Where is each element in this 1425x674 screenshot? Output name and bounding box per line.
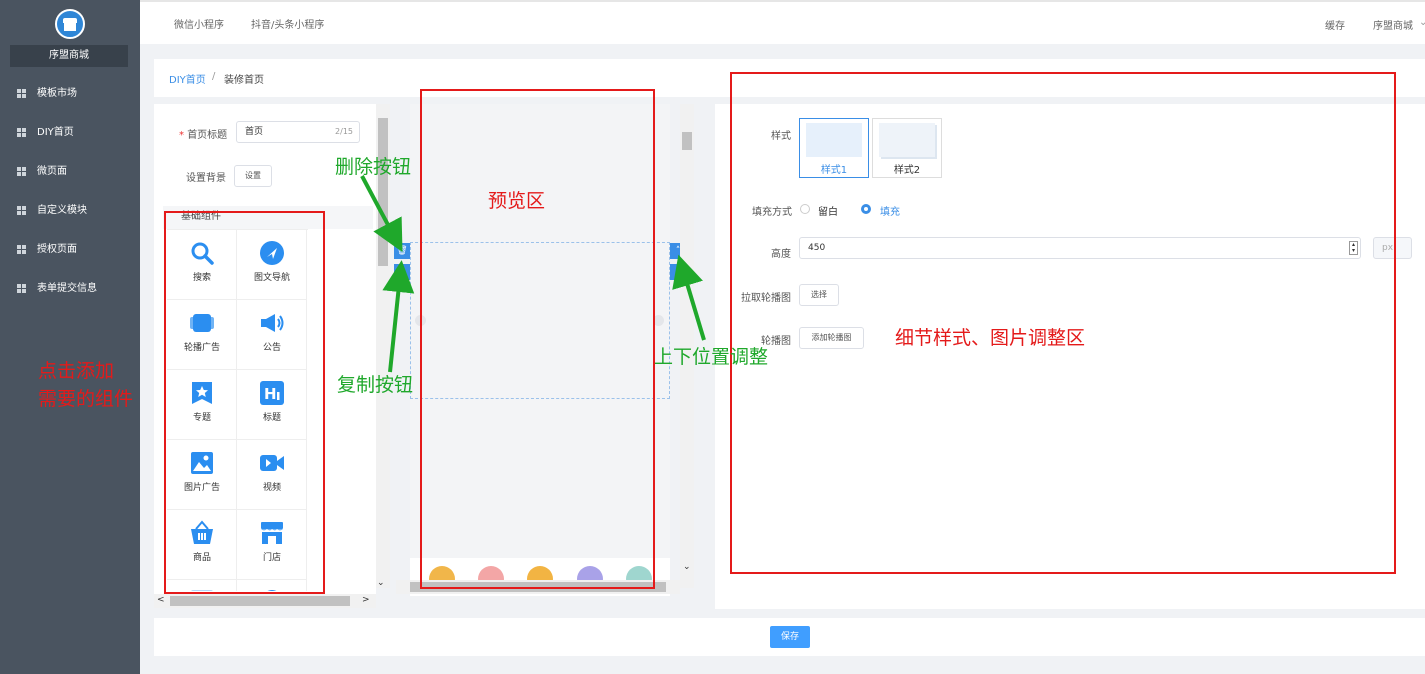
annotation-delete: 删除按钮 xyxy=(335,156,412,178)
annotation-preview: 预览区 xyxy=(488,190,546,212)
annotation-add-line1: 点击添加 xyxy=(38,360,115,382)
annotation-add-line2: 需要的组件 xyxy=(38,388,134,410)
move-arrow-icon xyxy=(672,254,706,341)
delete-arrow-icon xyxy=(360,175,403,253)
copy-arrow-icon xyxy=(382,260,415,373)
annotation-detail: 细节样式、图片调整区 xyxy=(895,327,1086,349)
annotation-move: 上下位置调整 xyxy=(654,346,769,368)
annotation-arrows xyxy=(360,175,706,373)
annotation-copy: 复制按钮 xyxy=(337,374,414,396)
